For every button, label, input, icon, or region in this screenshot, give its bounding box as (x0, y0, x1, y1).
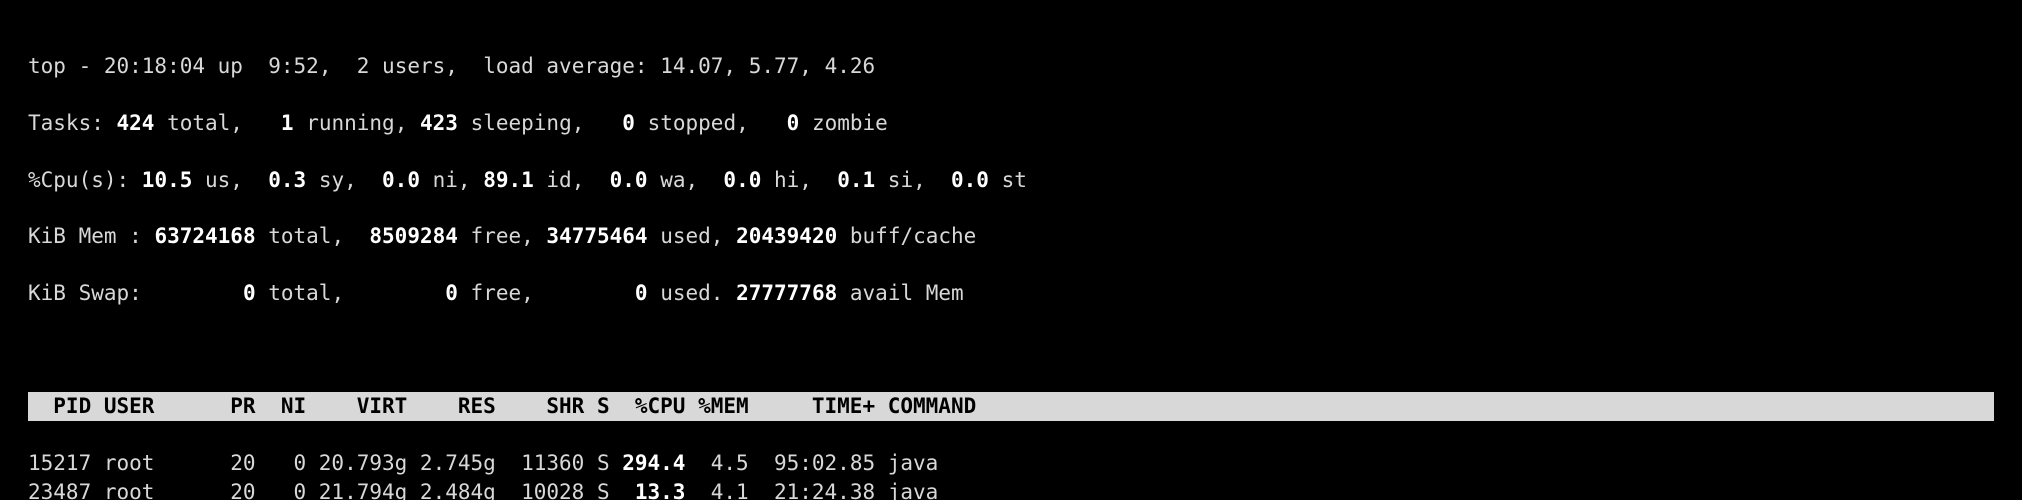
summary-line-swap: KiB Swap: 0 total, 0 free, 0 used. 27777… (28, 279, 1994, 307)
summary-line-cpu: %Cpu(s): 10.5 us, 0.3 sy, 0.0 ni, 89.1 i… (28, 166, 1994, 194)
terminal[interactable]: top - 20:18:04 up 9:52, 2 users, load av… (0, 0, 2022, 500)
summary-line-mem: KiB Mem : 63724168 total, 8509284 free, … (28, 222, 1994, 250)
blank-line (28, 336, 1994, 364)
table-row[interactable]: 23487 root 20 0 21.794g 2.484g 10028 S 1… (28, 478, 1994, 500)
table-row[interactable]: 15217 root 20 0 20.793g 2.745g 11360 S 2… (28, 449, 1994, 477)
process-list: 15217 root 20 0 20.793g 2.745g 11360 S 2… (28, 449, 1994, 500)
column-header[interactable]: PID USER PR NI VIRT RES SHR S %CPU %MEM … (28, 392, 1994, 420)
summary-line-tasks: Tasks: 424 total, 1 running, 423 sleepin… (28, 109, 1994, 137)
summary-line-uptime: top - 20:18:04 up 9:52, 2 users, load av… (28, 52, 1994, 80)
